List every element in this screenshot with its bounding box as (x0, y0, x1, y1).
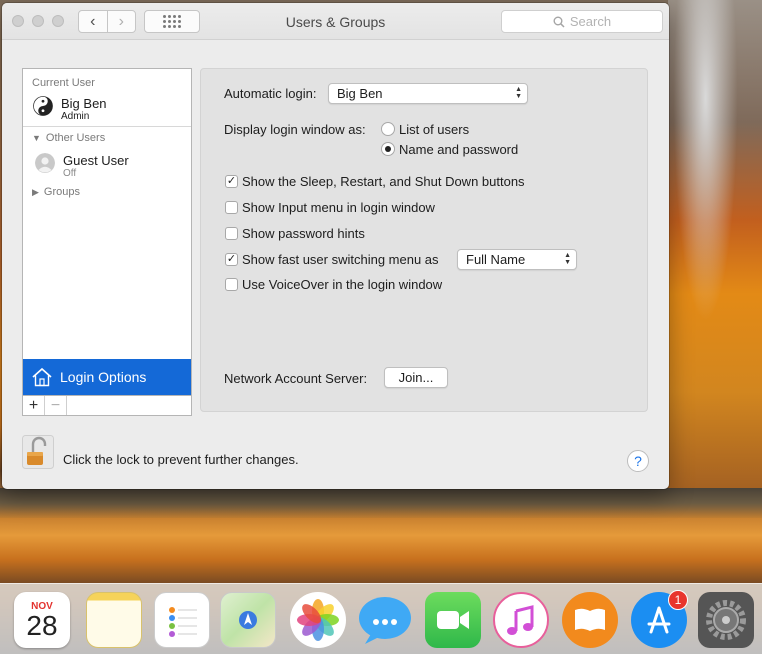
groups-label: Groups (43, 186, 80, 198)
speech-bubble-icon (359, 597, 411, 644)
reminders-dots-icon (169, 607, 197, 637)
radio-name-and-password-label: Name and password (399, 142, 519, 157)
user-role: Admin (61, 111, 90, 122)
radio-name-and-password[interactable] (381, 142, 395, 156)
app-store-a-icon (647, 606, 671, 634)
reminders-icon[interactable] (154, 592, 210, 648)
radio-list-of-users[interactable] (381, 122, 395, 136)
guest-user-name: Guest User (63, 153, 129, 168)
sidebar-item-big-ben[interactable]: Big Ben Admin (33, 96, 201, 123)
checkbox-voiceover[interactable] (225, 278, 238, 291)
checkbox-voiceover-label: Use VoiceOver in the login window (242, 277, 443, 292)
system-preferences-icon[interactable] (698, 592, 754, 648)
disclosure-open-icon: ▼ (32, 133, 41, 143)
notes-icon[interactable] (86, 592, 142, 648)
checkbox-password-hints[interactable] (225, 227, 238, 240)
add-user-button[interactable]: + (23, 396, 45, 415)
current-user-heading: Current User (32, 77, 95, 89)
checkbox-sleep-restart-shutdown[interactable]: ✓ (225, 175, 238, 188)
lock-open-icon[interactable] (22, 435, 54, 469)
sidebar-item-login-options[interactable]: Login Options (23, 359, 191, 395)
maps-icon[interactable] (220, 592, 276, 648)
sidebar-footer: + − (23, 395, 191, 415)
automatic-login-value: Big Ben (337, 86, 383, 101)
open-book-icon (575, 608, 605, 631)
compass-icon (239, 611, 257, 629)
automatic-login-label: Automatic login: (224, 86, 317, 101)
user-name: Big Ben (61, 96, 107, 111)
other-users-label: Other Users (45, 132, 106, 144)
messages-icon[interactable] (357, 592, 413, 648)
fast-switch-popup[interactable]: Full Name ▲ ▼ (457, 249, 577, 270)
guest-avatar-icon (35, 153, 55, 173)
lock-message: Click the lock to prevent further change… (63, 452, 299, 467)
help-button[interactable]: ? (627, 450, 649, 472)
facetime-icon[interactable] (425, 592, 481, 648)
photos-flower-icon (297, 599, 339, 641)
desktop-wallpaper (668, 0, 762, 490)
sidebar-divider (23, 126, 191, 127)
popup-arrows-icon: ▲ ▼ (564, 252, 571, 266)
popup-arrows-icon: ▲ ▼ (515, 86, 522, 100)
checkbox-sleep-restart-shutdown-label: Show the Sleep, Restart, and Shut Down b… (242, 174, 525, 189)
sidebar-item-guest-user[interactable]: Guest User Off (35, 153, 203, 180)
network-account-server-label: Network Account Server: (224, 371, 368, 386)
remove-user-button[interactable]: − (45, 396, 67, 415)
join-button[interactable]: Join... (384, 367, 448, 388)
disclosure-closed-icon: ▶ (32, 186, 39, 197)
search-icon (553, 16, 565, 28)
yin-yang-avatar-icon (33, 96, 53, 116)
video-camera-icon (437, 611, 469, 629)
login-options-label: Login Options (60, 369, 147, 385)
calendar-day: 28 (26, 609, 58, 641)
fast-switch-value: Full Name (466, 252, 526, 267)
music-note-icon (507, 605, 534, 635)
calendar-icon[interactable]: NOV 28 (14, 592, 70, 648)
display-login-window-label: Display login window as: (224, 122, 366, 137)
app-store-badge: 1 (668, 590, 688, 610)
checkbox-fast-user-switching-label: Show fast user switching menu as (242, 252, 439, 267)
search-placeholder: Search (569, 14, 612, 29)
dock: NOV 28 1 (0, 583, 762, 654)
other-users-heading[interactable]: ▼ Other Users (32, 132, 105, 144)
login-options-panel: Automatic login: Big Ben ▲ ▼ Display logi… (200, 68, 648, 412)
checkbox-input-menu[interactable] (225, 201, 238, 214)
gear-icon (706, 600, 746, 640)
ibooks-icon[interactable] (562, 592, 618, 648)
itunes-icon[interactable] (493, 592, 549, 648)
guest-user-status: Off (63, 168, 77, 179)
users-sidebar: Current User Big Ben Admin ▼ Other Users (22, 68, 192, 416)
checkbox-input-menu-label: Show Input menu in login window (242, 200, 435, 215)
title-bar: ‹ › Users & Groups Search (2, 3, 669, 40)
house-icon (32, 367, 52, 387)
checkbox-fast-user-switching[interactable]: ✓ (225, 253, 238, 266)
radio-list-of-users-label: List of users (399, 122, 470, 137)
search-field[interactable]: Search (501, 10, 663, 33)
photos-icon[interactable] (290, 592, 346, 648)
desktop-wallpaper-treeline (0, 488, 762, 518)
users-groups-window: ‹ › Users & Groups Search Current User B… (2, 3, 669, 489)
automatic-login-popup[interactable]: Big Ben ▲ ▼ (328, 83, 528, 104)
groups-heading[interactable]: ▶ Groups (32, 186, 80, 198)
checkbox-password-hints-label: Show password hints (242, 226, 365, 241)
